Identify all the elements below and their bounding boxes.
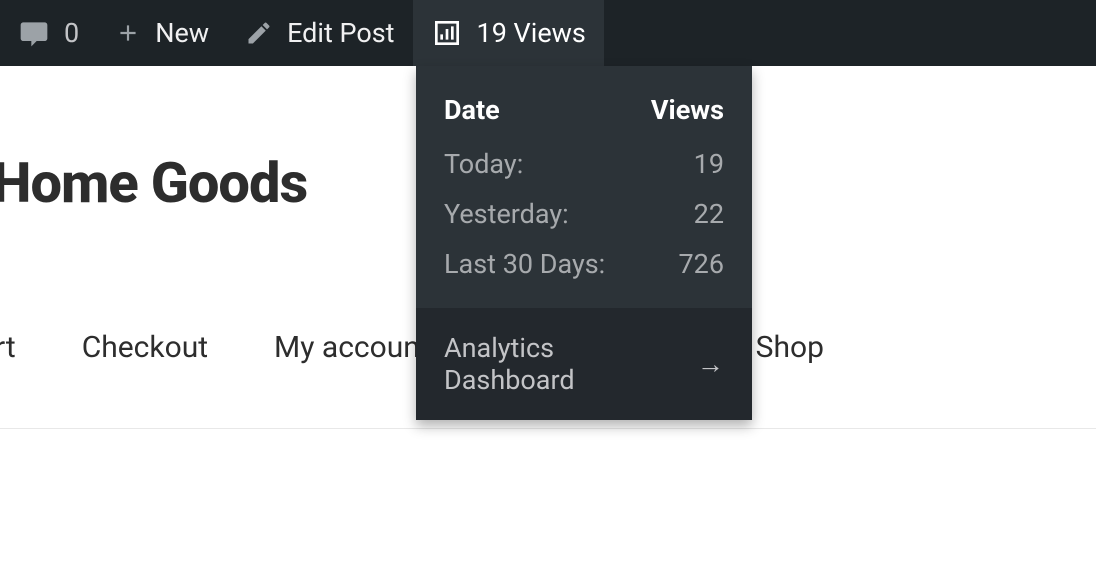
views-label: 19 Views <box>477 17 586 49</box>
table-row: Last 30 Days: 726 <box>444 248 724 280</box>
header-date: Date <box>444 94 500 126</box>
edit-post-label: Edit Post <box>287 17 394 49</box>
nav-item-shop[interactable]: Shop <box>756 330 824 365</box>
row-value: 19 <box>694 148 724 180</box>
views-dropdown: Date Views Today: 19 Yesterday: 22 Last … <box>416 66 752 420</box>
pencil-icon <box>245 19 273 47</box>
row-value: 726 <box>678 248 724 280</box>
site-title: Home Goods <box>0 150 307 216</box>
header-views: Views <box>651 94 724 126</box>
nav-item-checkout[interactable]: Checkout <box>82 330 208 365</box>
table-header: Date Views <box>444 94 724 126</box>
edit-post-button[interactable]: Edit Post <box>227 0 412 66</box>
views-button[interactable]: 19 Views <box>413 0 604 66</box>
analytics-dashboard-link[interactable]: Analytics Dashboard → <box>416 308 752 420</box>
analytics-label: Analytics Dashboard <box>444 332 685 396</box>
nav-item-account[interactable]: My account <box>274 330 430 365</box>
row-label: Yesterday: <box>444 198 569 230</box>
row-label: Last 30 Days: <box>444 248 605 280</box>
comment-icon <box>18 17 50 49</box>
arrow-right-icon: → <box>697 348 724 380</box>
comments-count: 0 <box>64 17 79 49</box>
stats-icon <box>431 17 463 49</box>
admin-bar: 0 New Edit Post 19 Views <box>0 0 1096 66</box>
comments-button[interactable]: 0 <box>0 0 97 66</box>
table-row: Yesterday: 22 <box>444 198 724 230</box>
new-button[interactable]: New <box>97 0 227 66</box>
views-table: Date Views Today: 19 Yesterday: 22 Last … <box>416 66 752 308</box>
plus-icon <box>115 20 141 46</box>
divider <box>0 428 1096 429</box>
table-row: Today: 19 <box>444 148 724 180</box>
row-value: 22 <box>694 198 724 230</box>
new-label: New <box>155 17 209 49</box>
row-label: Today: <box>444 148 523 180</box>
nav-item-cart[interactable]: rt <box>0 330 16 365</box>
